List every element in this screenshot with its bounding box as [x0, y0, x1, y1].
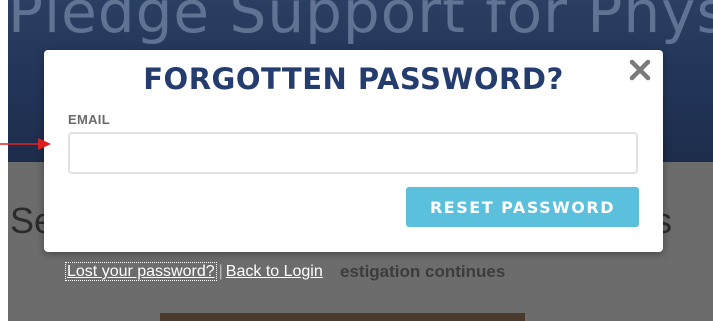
back-to-login-link[interactable]: Back to Login — [226, 263, 323, 280]
background-teaser: estigation continues — [340, 262, 506, 281]
close-icon — [629, 59, 651, 81]
left-margin — [0, 0, 8, 321]
close-button[interactable] — [628, 58, 652, 82]
forgotten-password-modal: FORGOTTEN PASSWORD? EMAIL RESET PASSWORD — [44, 50, 663, 252]
email-input[interactable] — [68, 132, 638, 174]
lost-password-link[interactable]: Lost your password? — [65, 262, 217, 281]
link-separator: | — [218, 263, 223, 280]
modal-title: FORGOTTEN PASSWORD? — [143, 62, 564, 96]
background-bottom-bar — [160, 313, 525, 321]
annotation-arrow-icon — [0, 138, 51, 150]
auth-links: Lost your password? | Back to Login — [65, 262, 323, 281]
page: Pledge Support for Physicia Se s estigat… — [0, 0, 713, 321]
background-banner-title: Pledge Support for Physicia — [8, 0, 713, 46]
reset-password-button[interactable]: RESET PASSWORD — [406, 187, 639, 227]
email-label: EMAIL — [68, 112, 110, 127]
